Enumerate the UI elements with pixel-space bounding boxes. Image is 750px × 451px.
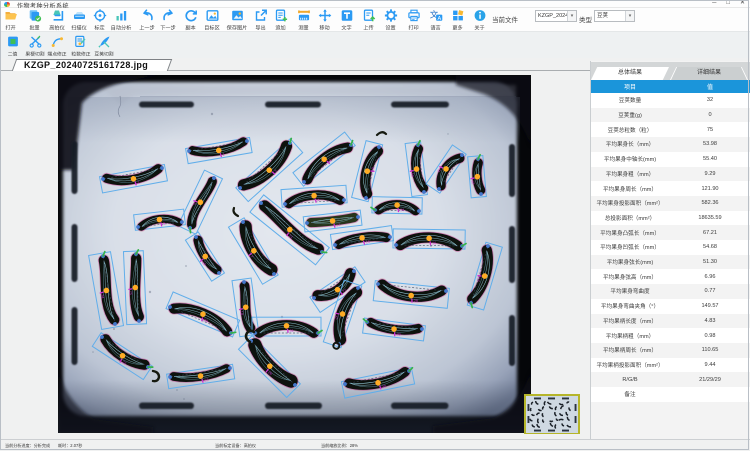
svg-text:6: 6 (163, 222, 166, 226)
svg-text:24: 24 (100, 294, 105, 299)
svg-text:13: 13 (336, 223, 341, 227)
svg-text:4: 4 (317, 198, 319, 202)
svg-text:25: 25 (128, 291, 132, 295)
svg-text:14: 14 (400, 208, 404, 212)
svg-text:10: 10 (410, 172, 415, 177)
svg-text:15: 15 (365, 240, 370, 245)
svg-text:18: 18 (239, 311, 244, 316)
svg-text:16: 16 (432, 241, 436, 245)
svg-text:12: 12 (471, 180, 475, 185)
svg-text:28: 28 (413, 299, 418, 303)
svg-text:30: 30 (382, 384, 387, 389)
svg-text:A: A (438, 16, 442, 22)
svg-text:31: 31 (290, 329, 294, 333)
svg-text:29: 29 (396, 332, 401, 337)
svg-text:23: 23 (204, 378, 209, 383)
